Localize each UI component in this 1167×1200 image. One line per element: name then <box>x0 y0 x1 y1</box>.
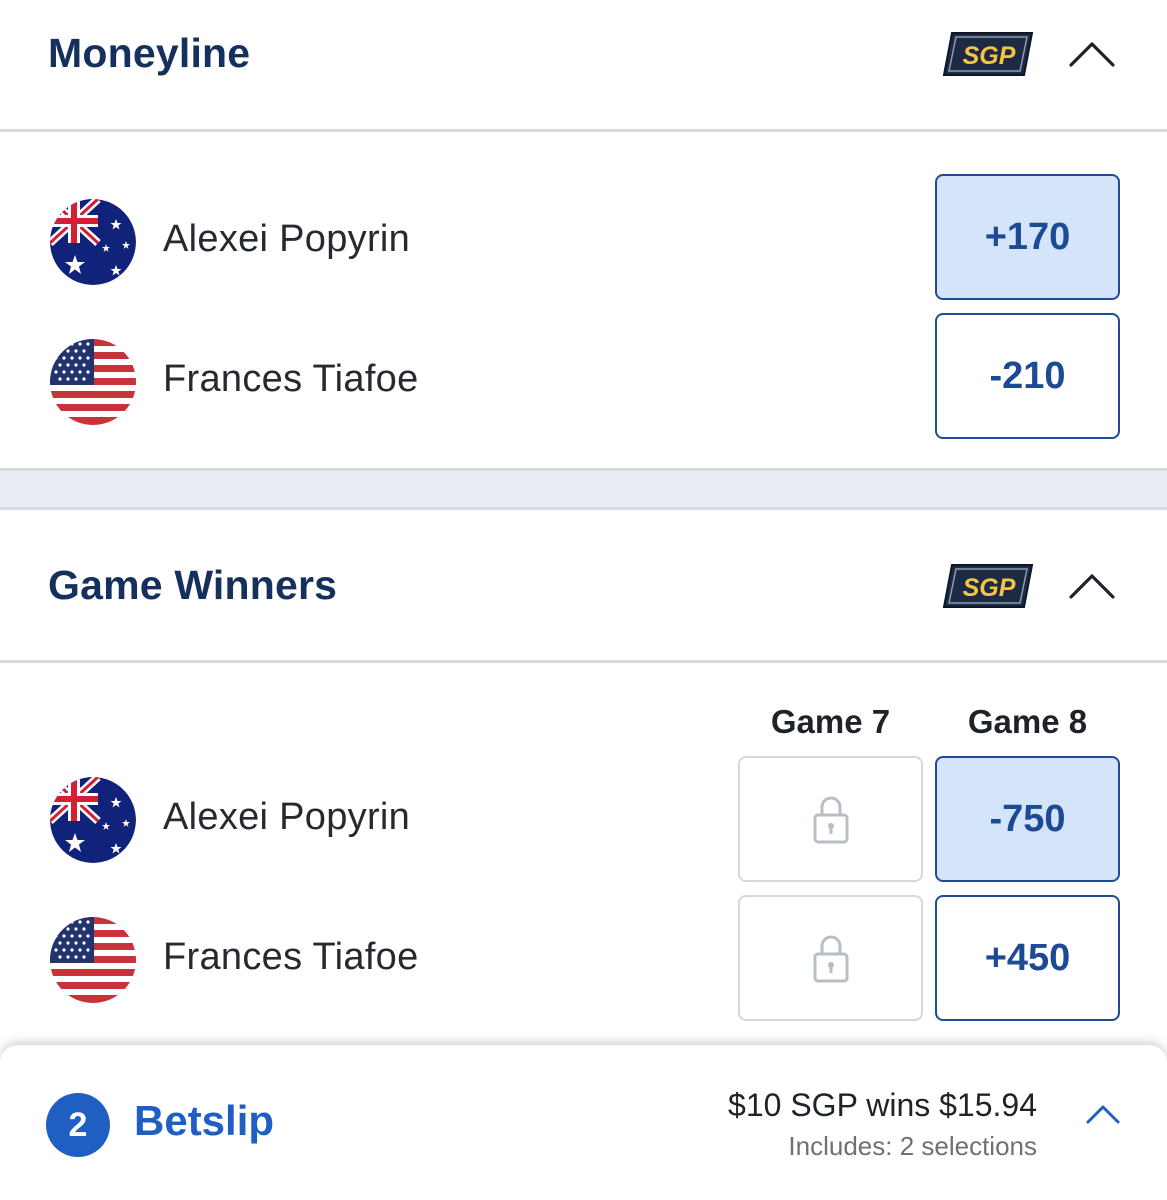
sgp-badge: SGP <box>942 564 1034 608</box>
game-winners-title: Game Winners <box>48 562 338 608</box>
odds-button-popyrin-moneyline[interactable]: +170 <box>935 174 1120 300</box>
locked-odds-button <box>738 895 923 1021</box>
lock-icon <box>813 796 848 844</box>
player-name: Frances Tiafoe <box>163 936 419 978</box>
divider <box>0 129 1167 132</box>
sgp-badge-label: SGP <box>963 42 1016 70</box>
sgp-badge: SGP <box>942 32 1034 76</box>
column-header-game-8: Game 8 <box>967 703 1088 740</box>
collapse-chevron-icon[interactable] <box>1068 572 1116 600</box>
section-gap <box>0 471 1167 507</box>
lock-icon <box>813 935 848 983</box>
usa-flag-icon <box>50 339 136 425</box>
betslip-wins-text: $10 SGP wins $15.94 <box>728 1087 1037 1123</box>
expand-betslip-chevron-icon[interactable] <box>1086 1104 1120 1124</box>
betslip-includes-text: Includes: 2 selections <box>788 1131 1037 1161</box>
odds-button-tiafoe-moneyline[interactable]: -210 <box>935 313 1120 439</box>
player-name: Frances Tiafoe <box>163 358 419 400</box>
locked-odds-button <box>738 756 923 882</box>
player-name: Alexei Popyrin <box>163 218 411 260</box>
moneyline-title: Moneyline <box>48 30 251 76</box>
player-name: Alexei Popyrin <box>163 796 411 838</box>
australia-flag-icon <box>50 199 136 285</box>
divider <box>0 660 1167 663</box>
betslip-bar[interactable]: 2 Betslip $10 SGP wins $15.94 Includes: … <box>0 1045 1167 1200</box>
australia-flag-icon <box>50 777 136 863</box>
collapse-chevron-icon[interactable] <box>1068 40 1116 68</box>
odds-button-popyrin-game-8[interactable]: -750 <box>935 756 1120 882</box>
column-header-game-7: Game 7 <box>770 703 891 740</box>
game-winners-header[interactable]: Game Winners SGP <box>0 510 1167 660</box>
betslip-label: Betslip <box>134 1097 275 1144</box>
sgp-badge-label: SGP <box>963 574 1016 602</box>
odds-button-tiafoe-game-8[interactable]: +450 <box>935 895 1120 1021</box>
moneyline-header[interactable]: Moneyline SGP <box>0 0 1167 130</box>
usa-flag-icon <box>50 917 136 1003</box>
betslip-count-badge: 2 <box>46 1093 110 1157</box>
